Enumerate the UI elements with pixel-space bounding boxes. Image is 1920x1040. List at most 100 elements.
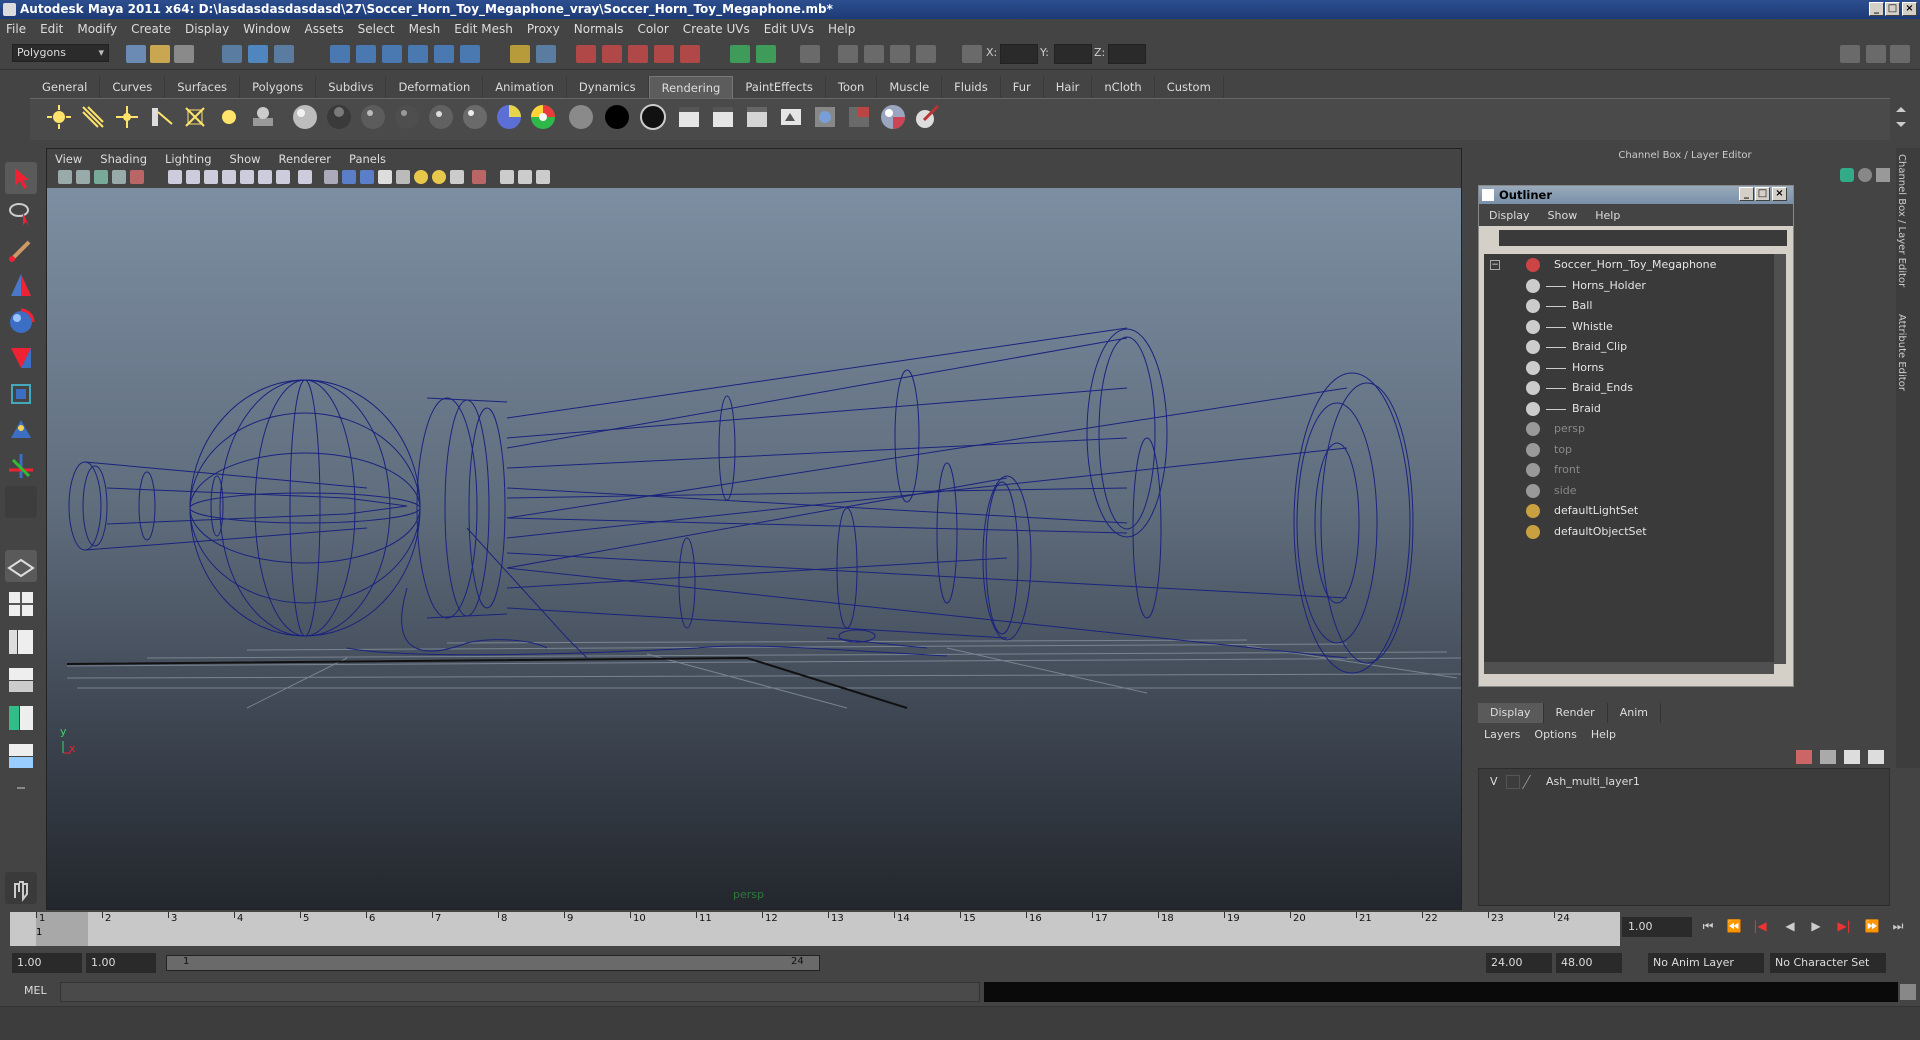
viewport-menu-show[interactable]: Show: [230, 152, 261, 166]
snap-grid-icon[interactable]: [330, 45, 350, 63]
layer-type-toggle[interactable]: [1506, 775, 1520, 789]
camera-lock-icon[interactable]: [536, 170, 550, 184]
tool-settings-toggle-icon[interactable]: [1866, 45, 1886, 63]
menu-assets[interactable]: Assets: [305, 22, 344, 36]
viewport-menu-lighting[interactable]: Lighting: [165, 152, 211, 166]
outliner-item[interactable]: Braid_Ends: [1572, 379, 1633, 397]
channel-edit-icon[interactable]: [1876, 168, 1890, 182]
render-settings-window-icon[interactable]: [846, 104, 872, 130]
shelf-tab-general[interactable]: General: [30, 76, 101, 98]
attribute-editor-toggle-icon[interactable]: [1890, 45, 1910, 63]
menu-edit-uvs[interactable]: Edit UVs: [764, 22, 814, 36]
mel-input-field[interactable]: [60, 982, 980, 1002]
snap-live-icon[interactable]: [434, 45, 454, 63]
3d-scene-view[interactable]: y x persp: [47, 188, 1462, 909]
layer-menu-options[interactable]: Options: [1534, 728, 1576, 741]
shelf-tab-ncloth[interactable]: nCloth: [1092, 76, 1155, 98]
phong-sphere-icon[interactable]: [360, 104, 386, 130]
soft-mod-tool-icon[interactable]: [5, 414, 37, 446]
four-view-layout-icon[interactable]: [5, 588, 37, 620]
ramp-shader-icon[interactable]: [496, 104, 522, 130]
menu-create-uvs[interactable]: Create UVs: [683, 22, 750, 36]
outliner-item[interactable]: defaultObjectSet: [1554, 523, 1647, 541]
layer-tab-display[interactable]: Display: [1478, 703, 1544, 723]
shelf-tab-dynamics[interactable]: Dynamics: [567, 76, 649, 98]
side-tab-channel-box[interactable]: Channel Box / Layer Editor: [1896, 150, 1907, 291]
shelf-tab-deformation[interactable]: Deformation: [386, 76, 484, 98]
channel-box-toggle-icon[interactable]: [1840, 45, 1860, 63]
sculpt-icon[interactable]: [654, 45, 674, 63]
outliner-item[interactable]: Soccer_Horn_Toy_Megaphone: [1554, 256, 1716, 274]
select-hierarchy-icon[interactable]: [222, 45, 242, 63]
resolution-gate-icon[interactable]: [204, 170, 218, 184]
tool-settings-icon[interactable]: [890, 45, 910, 63]
menu-help[interactable]: Help: [828, 22, 855, 36]
layer-tab-anim[interactable]: Anim: [1608, 703, 1661, 723]
minimize-button[interactable]: _: [1869, 2, 1884, 16]
camera-select-icon[interactable]: [58, 170, 72, 184]
outliner-item[interactable]: Braid: [1572, 400, 1601, 418]
shelf-tab-rendering[interactable]: Rendering: [648, 76, 734, 98]
toggle-panel-icon[interactable]: [800, 45, 820, 63]
current-frame-field[interactable]: 1.00: [1622, 917, 1692, 937]
menu-window[interactable]: Window: [243, 22, 290, 36]
shelf-tab-toon[interactable]: Toon: [826, 76, 878, 98]
textured-icon[interactable]: [378, 170, 392, 184]
menu-mesh[interactable]: Mesh: [409, 22, 441, 36]
xray-components-icon[interactable]: [518, 170, 532, 184]
anisotropic-sphere-icon[interactable]: [428, 104, 454, 130]
bookmark-icon[interactable]: [94, 170, 108, 184]
outliner-item[interactable]: Horns_Holder: [1572, 277, 1646, 295]
channel-icon[interactable]: [916, 45, 936, 63]
single-perspective-layout-icon[interactable]: [5, 550, 37, 582]
shelf-tab-painteffects[interactable]: PaintEffects: [733, 76, 826, 98]
menu-modify[interactable]: Modify: [77, 22, 117, 36]
move-tool-icon[interactable]: [5, 270, 37, 302]
new-layer-from-selected-icon[interactable]: [1868, 750, 1884, 764]
go-to-end-button[interactable]: ⏭: [1888, 919, 1908, 935]
shelf-tab-hair[interactable]: Hair: [1044, 76, 1093, 98]
trax-layout-icon[interactable]: [5, 740, 37, 772]
new-scene-icon[interactable]: [126, 45, 146, 63]
viewport-menu-shading[interactable]: Shading: [100, 152, 147, 166]
select-object-icon[interactable]: [248, 45, 268, 63]
layer-row[interactable]: V Ash_multi_layer1: [1482, 772, 1882, 792]
outliner-menu-display[interactable]: Display: [1489, 209, 1530, 222]
outliner-item[interactable]: Horns: [1572, 359, 1604, 377]
open-scene-icon[interactable]: [150, 45, 170, 63]
menu-edit-mesh[interactable]: Edit Mesh: [454, 22, 513, 36]
outliner-item[interactable]: persp: [1554, 420, 1585, 438]
snap-curve-icon[interactable]: [356, 45, 376, 63]
outliner-item[interactable]: top: [1554, 441, 1572, 459]
shelf-tab-animation[interactable]: Animation: [483, 76, 567, 98]
outliner-horizontal-scrollbar[interactable]: [1484, 662, 1774, 674]
transform-field-icon[interactable]: [962, 45, 982, 63]
ambient-light-icon[interactable]: [216, 104, 242, 130]
phonge-sphere-icon[interactable]: [394, 104, 420, 130]
directional-light-icon[interactable]: [80, 104, 106, 130]
select-component-icon[interactable]: [274, 45, 294, 63]
shelf-tab-fur[interactable]: Fur: [1001, 76, 1044, 98]
step-forward-key-button[interactable]: ⏩: [1862, 919, 1882, 935]
shelf-tab-custom[interactable]: Custom: [1155, 76, 1224, 98]
viewport-menu-renderer[interactable]: Renderer: [279, 152, 332, 166]
layer-name[interactable]: Ash_multi_layer1: [1546, 772, 1640, 792]
snap-point-icon[interactable]: [382, 45, 402, 63]
outliner-item[interactable]: defaultLightSet: [1554, 502, 1638, 520]
close-button[interactable]: ×: [1902, 2, 1917, 16]
layer-tab-render[interactable]: Render: [1544, 703, 1608, 723]
shelf-tab-subdivs[interactable]: Subdivs: [316, 76, 387, 98]
shelf-tab-curves[interactable]: Curves: [100, 76, 166, 98]
image-plane-icon[interactable]: [112, 170, 126, 184]
gate-mask-icon[interactable]: [222, 170, 236, 184]
lasso-tool-icon[interactable]: [5, 198, 37, 230]
outliner-menu-show[interactable]: Show: [1548, 209, 1578, 222]
render-layer-icon[interactable]: [250, 104, 276, 130]
step-back-key-button[interactable]: ⏪: [1724, 919, 1744, 935]
snap-plane-icon[interactable]: [408, 45, 428, 63]
select-tool-icon[interactable]: [5, 162, 37, 194]
point-light-icon[interactable]: [46, 104, 72, 130]
camera-attributes-icon[interactable]: [76, 170, 90, 184]
outliner-item[interactable]: Ball: [1572, 297, 1592, 315]
viewport-menu-panels[interactable]: Panels: [349, 152, 386, 166]
